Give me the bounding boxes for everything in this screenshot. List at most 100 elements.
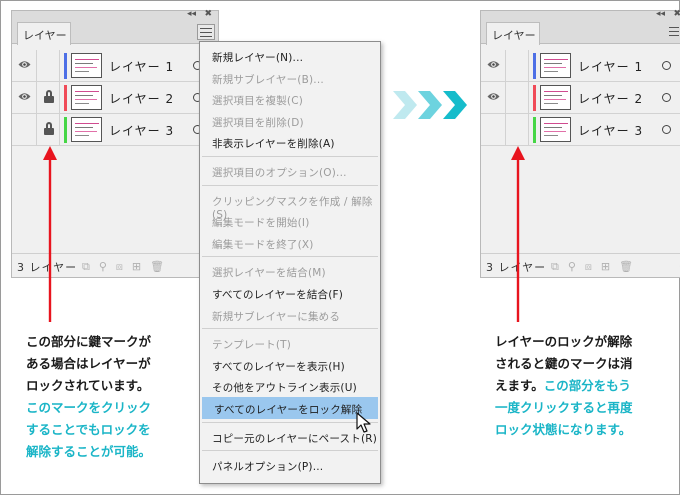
layer-name[interactable]: レイヤー 3 bbox=[109, 122, 174, 139]
menu-item[interactable]: 非表示レイヤーを削除(A) bbox=[200, 131, 380, 153]
layer-thumbnail bbox=[540, 117, 571, 142]
chevron-right-icon bbox=[443, 91, 467, 119]
menu-separator bbox=[202, 156, 378, 157]
visibility-toggle[interactable] bbox=[481, 82, 506, 113]
layer-row[interactable]: レイヤー 2 bbox=[481, 82, 680, 114]
red-arrow-icon bbox=[511, 146, 525, 322]
target-circle-icon[interactable] bbox=[662, 125, 671, 134]
panel-tab-row: レイヤー bbox=[12, 22, 218, 45]
caption-line-mixed: えます。この部分をもう bbox=[495, 375, 633, 397]
annotation-left: この部分に鍵マークが ある場合はレイヤーが ロックされています。 このマークをク… bbox=[26, 331, 151, 463]
menu-item[interactable]: 編集モードを終了(X) bbox=[200, 232, 380, 254]
layer-thumbnail bbox=[540, 85, 571, 110]
tab-layers[interactable]: レイヤー bbox=[486, 22, 540, 45]
panel-tab-row: レイヤー bbox=[481, 22, 680, 45]
lock-icon bbox=[44, 122, 54, 135]
eye-icon bbox=[487, 93, 500, 100]
layer-list: レイヤー 1 レイヤー 2 レイヤー 3 bbox=[481, 50, 680, 146]
visibility-toggle[interactable] bbox=[12, 82, 37, 113]
layer-thumbnail bbox=[540, 53, 571, 78]
caption-line-highlight: ロック状態になります。 bbox=[495, 422, 632, 437]
caption-line: ロックされています。 bbox=[26, 378, 150, 393]
lock-toggle[interactable] bbox=[38, 50, 60, 81]
layers-panel-after: ◂◂ ✖ レイヤー レイヤー 1 レイヤー 2 レイヤー 3 3 レイヤー ⧉⚲… bbox=[480, 9, 680, 278]
menu-separator bbox=[202, 421, 378, 423]
visibility-toggle[interactable] bbox=[12, 114, 37, 145]
layer-color-swatch bbox=[64, 85, 67, 111]
menu-item[interactable]: コピー元のレイヤーにペースト(R) bbox=[200, 426, 380, 448]
menu-item[interactable]: 選択項目を複製(C) bbox=[200, 88, 380, 110]
caption-line: この部分に鍵マークが bbox=[26, 334, 152, 349]
layer-color-swatch bbox=[533, 53, 536, 79]
caption-line-highlight: 解除することが可能。 bbox=[26, 444, 152, 459]
visibility-toggle[interactable] bbox=[481, 50, 506, 81]
visibility-toggle[interactable] bbox=[12, 50, 37, 81]
panel-flyout-menu: 新規レイヤー(N)... 新規サブレイヤー(B)... 選択項目を複製(C) 選択項目… bbox=[199, 41, 381, 484]
tab-layers[interactable]: レイヤー bbox=[17, 22, 71, 45]
layer-name[interactable]: レイヤー 1 bbox=[109, 58, 174, 75]
close-icon[interactable]: ✖ bbox=[204, 9, 212, 19]
menu-separator bbox=[202, 256, 378, 258]
menu-item[interactable]: テンプレート(T) bbox=[200, 332, 380, 354]
caption-line: レイヤーのロックが解除 bbox=[495, 334, 633, 349]
menu-item[interactable]: 新規サブレイヤーに集める bbox=[200, 304, 380, 326]
layer-color-swatch bbox=[64, 53, 67, 79]
layer-name[interactable]: レイヤー 2 bbox=[109, 90, 174, 107]
eye-icon bbox=[487, 61, 500, 68]
layer-name[interactable]: レイヤー 3 bbox=[578, 122, 643, 139]
lock-toggle[interactable] bbox=[38, 82, 60, 113]
lock-toggle[interactable] bbox=[507, 114, 529, 145]
visibility-toggle[interactable] bbox=[481, 114, 506, 145]
chevron-right-icon bbox=[393, 91, 417, 119]
menu-separator bbox=[202, 184, 378, 186]
menu-item[interactable]: パネルオプション(P)... bbox=[200, 454, 380, 476]
footer-tool-icons: ⧉⚲⧇⊞🗑 bbox=[551, 260, 643, 273]
layer-color-swatch bbox=[533, 117, 536, 143]
lock-toggle[interactable] bbox=[507, 50, 529, 81]
menu-item[interactable]: すべてのレイヤーをロック解除 bbox=[202, 397, 378, 419]
mouse-cursor-icon bbox=[356, 412, 371, 433]
lock-toggle[interactable] bbox=[507, 82, 529, 113]
layer-thumbnail bbox=[71, 53, 102, 78]
layer-row[interactable]: レイヤー 1 bbox=[12, 50, 218, 82]
menu-item[interactable]: すべてのレイヤーを表示(H) bbox=[200, 354, 380, 376]
menu-item[interactable]: クリッピングマスクを作成 / 解除(S) bbox=[200, 189, 380, 221]
collapse-icon[interactable]: ◂◂ bbox=[187, 9, 196, 19]
layer-row[interactable]: レイヤー 3 bbox=[481, 114, 680, 146]
layer-row[interactable]: レイヤー 1 bbox=[481, 50, 680, 82]
menu-separator bbox=[202, 328, 378, 330]
menu-item[interactable]: 新規レイヤー(N)... bbox=[200, 45, 380, 67]
layer-row[interactable]: レイヤー 3 bbox=[12, 114, 218, 146]
lock-icon bbox=[44, 90, 54, 103]
hamburger-icon[interactable] bbox=[667, 26, 680, 38]
target-circle-icon[interactable] bbox=[662, 61, 671, 70]
caption-line-highlight: このマークをクリック bbox=[26, 400, 152, 415]
layer-name[interactable]: レイヤー 1 bbox=[578, 58, 643, 75]
caption-text-highlight: この部分をもう bbox=[543, 378, 631, 393]
panel-titlebar: ◂◂ ✖ bbox=[12, 9, 218, 22]
chevron-right-icon bbox=[418, 91, 442, 119]
annotation-right: レイヤーのロックが解除 されると鍵のマークは消 えます。この部分をもう 一度クリ… bbox=[495, 331, 633, 441]
hamburger-icon[interactable] bbox=[197, 24, 215, 40]
menu-separator bbox=[202, 450, 378, 452]
target-circle-icon[interactable] bbox=[662, 93, 671, 102]
menu-item[interactable]: すべてのレイヤーを結合(F) bbox=[200, 282, 380, 304]
layer-color-swatch bbox=[64, 117, 67, 143]
layer-list: レイヤー 1 レイヤー 2 レイヤー 3 bbox=[12, 50, 218, 146]
menu-item[interactable]: 選択項目を削除(D) bbox=[200, 110, 380, 132]
layer-name[interactable]: レイヤー 2 bbox=[578, 90, 643, 107]
menu-item[interactable]: 新規サブレイヤー(B)... bbox=[200, 67, 380, 89]
caption-line: ある場合はレイヤーが bbox=[26, 356, 151, 371]
menu-item[interactable]: 選択項目のオプション(O)... bbox=[200, 160, 380, 182]
menu-item[interactable]: その他をアウトライン表示(U) bbox=[200, 375, 380, 397]
layer-color-swatch bbox=[533, 85, 536, 111]
caption-text: えます。 bbox=[495, 378, 544, 393]
menu-item[interactable]: 編集モードを開始(I) bbox=[200, 210, 380, 232]
layer-thumbnail bbox=[71, 85, 102, 110]
collapse-icon[interactable]: ◂◂ bbox=[656, 9, 665, 19]
close-icon[interactable]: ✖ bbox=[673, 9, 680, 19]
lock-toggle[interactable] bbox=[38, 114, 60, 145]
menu-item[interactable]: 選択レイヤーを結合(M) bbox=[200, 260, 380, 282]
caption-line: されると鍵のマークは消 bbox=[495, 356, 633, 371]
layer-row[interactable]: レイヤー 2 bbox=[12, 82, 218, 114]
